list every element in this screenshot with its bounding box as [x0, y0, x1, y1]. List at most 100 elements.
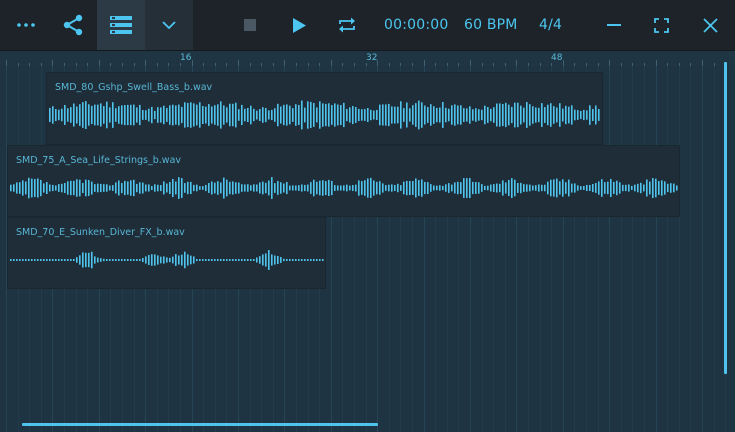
waveform-bar [379, 181, 381, 195]
waveform-bar [310, 259, 312, 261]
waveform-bar [250, 185, 252, 191]
waveform-bar [337, 185, 339, 191]
ruler-marker-32: 32 [366, 53, 378, 63]
waveform-bar [664, 181, 666, 195]
waveform-bar [292, 108, 294, 122]
loop-button[interactable] [332, 0, 362, 50]
waveform-bar [37, 259, 39, 261]
waveform-bar [178, 255, 180, 265]
waveform-bar [544, 184, 546, 192]
waveform-bar [367, 108, 369, 122]
waveform-bar [370, 109, 372, 121]
waveform-bar [304, 259, 306, 261]
waveform-bar [190, 181, 192, 194]
minimize-icon [607, 24, 621, 26]
waveform-bar [289, 105, 291, 125]
waveform-bar [208, 259, 210, 261]
waveform-bar [187, 254, 189, 266]
waveform-bar [577, 185, 579, 191]
waveform-bar [124, 105, 126, 126]
waveform-bar [271, 177, 273, 199]
waveform-bar [322, 180, 324, 196]
waveform-bar [118, 180, 120, 196]
timeline-ruler[interactable]: 16 32 48 [0, 51, 735, 66]
waveform-bar [415, 178, 417, 198]
waveform-bar [418, 180, 420, 196]
waveform-bar [190, 255, 192, 265]
waveform-bar [352, 106, 354, 125]
waveform-bar [472, 181, 474, 195]
waveform-bar [139, 259, 141, 261]
waveform-bar [463, 108, 465, 122]
waveform-bar [520, 105, 522, 125]
vertical-scrollbar[interactable] [724, 62, 727, 374]
waveform-bar [43, 259, 45, 261]
waveform-bar [649, 181, 651, 195]
waveform-bar [346, 109, 348, 122]
stop-button[interactable] [236, 0, 264, 50]
time-signature-display[interactable]: 4/4 [539, 0, 562, 50]
waveform-bar [16, 182, 18, 194]
waveform-bar [202, 106, 204, 124]
horizontal-scrollbar[interactable] [22, 423, 378, 426]
waveform-bar [34, 259, 36, 261]
waveform-bar [232, 103, 234, 127]
waveform-bar [562, 108, 564, 122]
waveform-bar [343, 102, 345, 128]
more-button[interactable] [8, 0, 44, 50]
waveform-bar [592, 184, 594, 193]
waveform-bar [163, 256, 165, 264]
waveform-bar [151, 186, 153, 190]
waveform-bar [496, 103, 498, 127]
waveform-bar [574, 183, 576, 193]
tracks-view-button[interactable] [97, 0, 145, 50]
waveform-bar [292, 185, 294, 191]
waveform-bar [19, 259, 21, 261]
more-horizontal-icon [17, 23, 35, 27]
waveform-bar [280, 106, 282, 124]
waveform-bar [358, 108, 360, 122]
waveform-bar [250, 259, 252, 261]
waveform-bar [445, 184, 447, 192]
waveform-bar [559, 103, 561, 127]
waveform-bar [253, 259, 255, 261]
waveform-bar [148, 184, 150, 192]
waveform-bar [589, 185, 591, 191]
waveform-bar [316, 181, 318, 195]
audio-clip[interactable]: SMD_80_Gshp_Swell_Bass_b.wav [46, 72, 603, 145]
waveform-bar [187, 181, 189, 195]
waveform-bar [517, 183, 519, 193]
play-button[interactable] [284, 0, 314, 50]
waveform-bar [610, 179, 612, 197]
close-button[interactable] [696, 0, 724, 50]
arrangement-area[interactable]: SMD_80_Gshp_Swell_Bass_b.wav SMD_75_A_Se… [0, 66, 735, 432]
waveform-bar [184, 102, 186, 128]
waveform-bar [304, 184, 306, 192]
fullscreen-button[interactable] [647, 0, 675, 50]
minimize-button[interactable] [600, 0, 628, 50]
waveform-bar [253, 108, 255, 122]
chevron-down-icon [162, 21, 176, 29]
waveform-bar [550, 103, 552, 127]
waveform-bar [55, 259, 57, 261]
waveform-bar [427, 107, 429, 123]
waveform-bar [520, 182, 522, 194]
waveform-bar [424, 105, 426, 125]
waveform-bar [109, 185, 111, 191]
waveform-bar [220, 101, 222, 129]
tempo-display[interactable]: 60 BPM [464, 0, 518, 50]
share-button[interactable] [54, 0, 92, 50]
waveform-bar [484, 105, 486, 125]
waveform-bar [502, 104, 504, 127]
waveform-bar [541, 103, 543, 127]
waveform-bar [340, 185, 342, 191]
waveform-bar [88, 104, 90, 126]
waveform-bar [235, 102, 237, 128]
expand-button[interactable] [145, 0, 193, 50]
audio-clip[interactable]: SMD_75_A_Sea_Life_Strings_b.wav [7, 145, 680, 217]
waveform-bar [52, 184, 54, 192]
waveform-bar [595, 183, 597, 193]
waveform-bar [55, 185, 57, 191]
audio-clip[interactable]: SMD_70_E_Sunken_Diver_FX_b.wav [7, 217, 326, 289]
waveform-bar [157, 107, 159, 123]
